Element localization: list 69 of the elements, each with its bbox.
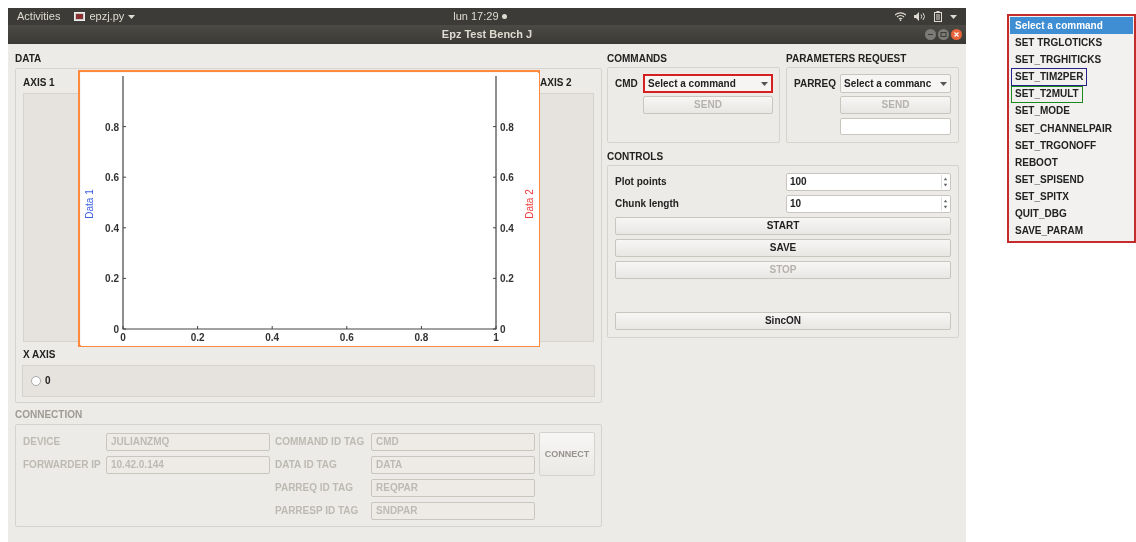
- x-tick-label: 0.2: [190, 332, 205, 343]
- field-label: Plot points: [615, 176, 668, 188]
- y-tick-label: 0.8: [105, 121, 119, 133]
- y-tick-label: 0.4: [105, 222, 119, 234]
- spin-arrows-icon[interactable]: [941, 175, 949, 189]
- x-tick-label: 0: [120, 332, 126, 343]
- x-tick-label: 0.8: [414, 332, 429, 343]
- y-tick-label: 0.2: [105, 273, 119, 285]
- field-label: PARREQ: [794, 77, 838, 90]
- menu-item[interactable]: SET_T2MULT: [1011, 85, 1083, 103]
- app-menu[interactable]: epzj.py: [89, 9, 125, 24]
- axis-title: Data 1: [84, 189, 95, 219]
- window-title: Epz Test Bench J: [441, 27, 533, 42]
- caret-icon[interactable]: [950, 14, 957, 19]
- radio-button[interactable]: [31, 376, 41, 386]
- y-tick-label: 0.6: [105, 172, 119, 184]
- radio-label: 0: [45, 375, 51, 387]
- section-title: X AXIS: [23, 349, 57, 361]
- menu-item[interactable]: REBOOT: [1010, 154, 1063, 172]
- spin-box[interactable]: 10: [786, 195, 951, 213]
- y-tick-label: 0.6: [500, 172, 514, 184]
- menu-item[interactable]: SAVE_PARAM: [1010, 222, 1088, 241]
- menu-item[interactable]: SET_MODE: [1010, 102, 1075, 120]
- section-title: COMMANDS: [607, 53, 668, 66]
- caret-icon: [940, 81, 947, 86]
- minimize-icon[interactable]: [925, 29, 936, 40]
- axis-label: AXIS 2: [540, 77, 573, 89]
- x-tick-label: 0.6: [339, 332, 354, 343]
- wifi-icon[interactable]: [895, 12, 906, 21]
- x-tick-label: 1: [493, 332, 499, 343]
- y-tick-label: 0.8: [500, 121, 514, 133]
- menu-item[interactable]: SET_SPITX: [1010, 188, 1074, 206]
- speaker-icon[interactable]: [914, 12, 926, 21]
- y-tick-label: 0.4: [500, 222, 514, 234]
- menu-item[interactable]: SET_TRGONOFF: [1010, 137, 1102, 155]
- axis-label: AXIS 1: [23, 77, 56, 89]
- field-label: Chunk length: [615, 198, 680, 210]
- section-title: DATA: [15, 53, 43, 66]
- menu-item[interactable]: SET_TIM2PER: [1011, 68, 1088, 86]
- notification-dot-icon: [501, 14, 507, 19]
- field-label: CMD: [615, 77, 639, 90]
- caret-icon[interactable]: [128, 14, 136, 19]
- clock[interactable]: lun 17:29: [453, 9, 499, 24]
- spin-arrows-icon[interactable]: [941, 197, 949, 211]
- menu-item[interactable]: QUIT_DBG: [1010, 205, 1072, 223]
- push-button[interactable]: SAVE: [615, 239, 951, 257]
- battery-icon[interactable]: [934, 11, 942, 22]
- menu-item[interactable]: SET_CHANNELPAIR: [1010, 119, 1118, 138]
- caret-icon: [761, 81, 768, 86]
- menu-item[interactable]: SET_SPISEND: [1010, 171, 1089, 189]
- activities-button[interactable]: Activities: [17, 9, 61, 24]
- menu-item[interactable]: SET_TRGHITICKS: [1010, 51, 1107, 69]
- y-tick-label: 0: [113, 324, 119, 335]
- section-title: CONNECTION: [15, 409, 84, 421]
- app-icon: [74, 12, 86, 21]
- spin-box[interactable]: 100: [786, 173, 951, 191]
- section-title: CONTROLS: [607, 151, 665, 163]
- push-button[interactable]: START: [615, 217, 951, 235]
- y-tick-label: 0: [500, 324, 506, 335]
- close-icon[interactable]: [951, 29, 962, 40]
- x-tick-label: 0.4: [265, 332, 280, 343]
- y-tick-label: 0.2: [500, 273, 514, 285]
- section-title: PARAMETERS REQUEST: [786, 53, 908, 66]
- command-select[interactable]: Select a command: [643, 74, 773, 93]
- axis-title: Data 2: [524, 189, 535, 219]
- menu-item[interactable]: SET TRGLOTICKS: [1010, 34, 1108, 52]
- response-field[interactable]: [840, 118, 951, 135]
- push-button[interactable]: SincON: [615, 312, 951, 330]
- parameter-select[interactable]: Select a commanc: [840, 74, 951, 93]
